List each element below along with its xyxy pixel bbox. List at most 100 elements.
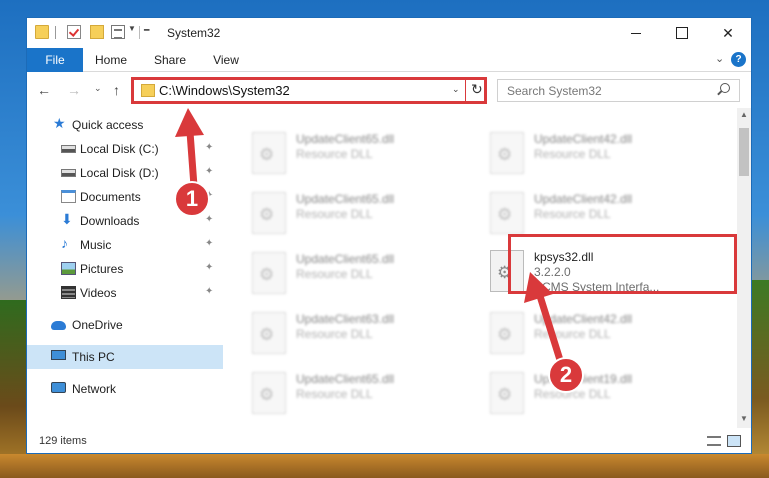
- download-icon: ⬇: [61, 211, 73, 227]
- sidebar-item-label: Documents: [80, 190, 141, 204]
- tab-file[interactable]: File: [27, 48, 83, 72]
- sidebar-item-local-disk-c[interactable]: Local Disk (C:) ✦: [27, 137, 223, 161]
- pictures-icon: [61, 262, 76, 275]
- music-icon: ♪: [61, 235, 68, 251]
- item-count: 129 items: [39, 435, 87, 447]
- file-item[interactable]: UpdateClient65.dll Resource DLL: [244, 128, 472, 178]
- file-item[interactable]: UpdateClient65.dll Resource DLL: [244, 368, 472, 418]
- tab-home[interactable]: Home: [83, 48, 139, 72]
- help-icon[interactable]: ?: [731, 52, 746, 67]
- maximize-button[interactable]: [659, 18, 705, 48]
- address-path[interactable]: C:\Windows\System32: [159, 83, 290, 98]
- address-dropdown-icon[interactable]: ⌄: [452, 84, 460, 95]
- vertical-scrollbar[interactable]: ▲ ▼: [737, 108, 751, 428]
- close-button[interactable]: ✕: [705, 18, 751, 48]
- address-divider: [465, 80, 466, 101]
- pin-icon[interactable]: ✦: [205, 262, 213, 273]
- properties-icon[interactable]: [111, 25, 125, 39]
- file-item[interactable]: UpdateClient42.dll Resource DLL: [482, 128, 710, 178]
- cloud-icon: [51, 321, 66, 330]
- new-folder-icon[interactable]: [90, 25, 104, 39]
- file-item[interactable]: UpdateClient42.dll Resource DLL: [482, 308, 710, 358]
- refresh-icon[interactable]: ↻: [471, 81, 483, 98]
- sidebar-item-label: Local Disk (C:): [80, 142, 159, 156]
- desktop-background-bottom: [0, 454, 769, 478]
- file-item[interactable]: UpdateClient65.dll Resource DLL: [244, 248, 472, 298]
- file-type: Resource DLL: [296, 207, 373, 221]
- dll-file-icon: [490, 132, 524, 174]
- file-name: UpdateClient42.dll: [534, 312, 633, 326]
- documents-icon: [61, 190, 76, 203]
- explorer-window: ▼ ━ System32 ✕ File Home Share View ⌄ ? …: [26, 17, 752, 454]
- navigation-pane: ★ Quick access Local Disk (C:) ✦ Local D…: [27, 113, 223, 423]
- file-item[interactable]: UpdateClient42.dll Resource DLL: [482, 188, 710, 238]
- file-item[interactable]: UpdateClient63.dll Resource DLL: [244, 308, 472, 358]
- network-icon: [51, 382, 66, 393]
- ribbon-expand-chevron-icon[interactable]: ⌄: [715, 52, 724, 65]
- file-item[interactable]: UpdateClient19.dll Resource DLL: [482, 368, 710, 418]
- tab-view[interactable]: View: [201, 48, 251, 72]
- dll-file-icon: [490, 312, 524, 354]
- large-icons-view-icon[interactable]: [727, 435, 741, 447]
- back-arrow-icon[interactable]: ←: [37, 82, 51, 98]
- scroll-up-icon[interactable]: ▲: [740, 110, 748, 119]
- search-placeholder: Search System32: [507, 84, 602, 98]
- sidebar-item-label: Quick access: [72, 118, 144, 132]
- dll-file-icon: [490, 372, 524, 414]
- up-arrow-icon[interactable]: ↑: [113, 82, 120, 98]
- folder-icon: [35, 25, 49, 39]
- address-bar[interactable]: C:\Windows\System32 ⌄ ↻: [131, 77, 487, 104]
- desktop-background-left: [0, 300, 28, 478]
- search-icon[interactable]: [720, 83, 730, 93]
- properties-check-icon[interactable]: [67, 25, 81, 39]
- ribbon-tabs: File Home Share View ⌄ ?: [27, 48, 751, 72]
- minimize-button[interactable]: [613, 18, 659, 48]
- dll-file-icon: [252, 372, 286, 414]
- sidebar-item-label: This PC: [72, 350, 115, 364]
- sidebar-item-network[interactable]: Network: [27, 377, 223, 401]
- sidebar-item-label: OneDrive: [72, 318, 123, 332]
- file-type: Resource DLL: [296, 267, 373, 281]
- pin-toolbar-icon[interactable]: ━: [144, 25, 149, 36]
- toolbar-separator: [139, 26, 140, 39]
- scroll-thumb[interactable]: [739, 128, 749, 176]
- file-name: UpdateClient65.dll: [296, 372, 395, 386]
- file-type: Resource DLL: [296, 327, 373, 341]
- sidebar-item-onedrive[interactable]: OneDrive: [27, 313, 223, 337]
- pin-icon[interactable]: ✦: [205, 142, 213, 153]
- pin-icon[interactable]: ✦: [205, 214, 213, 225]
- file-name: UpdateClient42.dll: [534, 192, 633, 206]
- search-input[interactable]: Search System32: [497, 79, 740, 102]
- pin-icon[interactable]: ✦: [205, 238, 213, 249]
- quick-access-dropdown-icon[interactable]: ▼: [128, 24, 136, 33]
- sidebar-item-this-pc[interactable]: This PC: [27, 345, 223, 369]
- sidebar-item-music[interactable]: ♪ Music ✦: [27, 233, 223, 257]
- sidebar-item-pictures[interactable]: Pictures ✦: [27, 257, 223, 281]
- details-view-icon[interactable]: [707, 436, 721, 446]
- navigation-bar: ← → ⌄ ↑ C:\Windows\System32 ⌄ ↻ Search S…: [27, 73, 751, 107]
- star-icon: ★: [53, 115, 66, 131]
- file-item[interactable]: UpdateClient65.dll Resource DLL: [244, 188, 472, 238]
- file-name: UpdateClient42.dll: [534, 132, 633, 146]
- dll-file-icon: [252, 132, 286, 174]
- scroll-down-icon[interactable]: ▼: [740, 414, 748, 423]
- sidebar-item-label: Videos: [80, 286, 117, 300]
- tab-share[interactable]: Share: [141, 48, 199, 72]
- title-bar: ▼ ━ System32 ✕: [27, 18, 751, 48]
- file-type: Resource DLL: [534, 207, 611, 221]
- drive-icon: [61, 145, 76, 153]
- sidebar-item-videos[interactable]: Videos ✦: [27, 281, 223, 305]
- pin-icon[interactable]: ✦: [205, 166, 213, 177]
- file-name: UpdateClient65.dll: [296, 132, 395, 146]
- sidebar-item-quick-access[interactable]: ★ Quick access: [27, 113, 223, 137]
- step-1-badge: 1: [174, 181, 210, 217]
- dll-file-icon: [252, 252, 286, 294]
- file-type: Resource DLL: [296, 147, 373, 161]
- step-2-badge: 2: [548, 357, 584, 393]
- window-title: System32: [167, 26, 221, 40]
- pin-icon[interactable]: ✦: [205, 286, 213, 297]
- sidebar-item-label: Downloads: [80, 214, 140, 228]
- forward-arrow-icon[interactable]: →: [67, 82, 81, 98]
- file-type: Resource DLL: [296, 387, 373, 401]
- recent-locations-chevron-icon[interactable]: ⌄: [94, 83, 102, 94]
